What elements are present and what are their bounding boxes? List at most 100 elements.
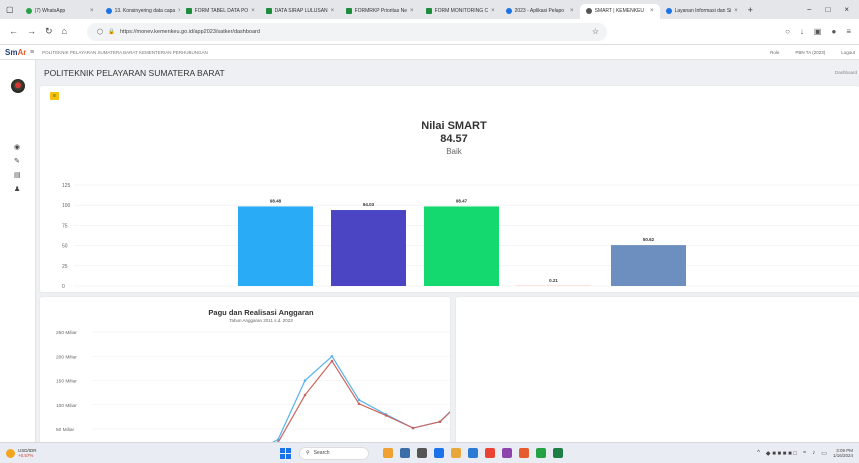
smart-score-card: ≡ Nilai SMART 84.57 Baik 0 25 50 75 100 125 98… xyxy=(40,86,859,300)
battery-icon[interactable]: ▭ xyxy=(821,450,827,457)
line-point[interactable] xyxy=(357,398,361,402)
close-tab-icon[interactable]: × xyxy=(734,8,738,14)
smart-score: 84.57 xyxy=(440,133,468,145)
smart-bar-chart: Nilai SMART 84.57 Baik 0 25 50 75 100 125 98.4… xyxy=(62,120,859,300)
close-tab-icon[interactable]: × xyxy=(331,8,335,14)
home-icon[interactable]: ⌂ xyxy=(62,26,67,37)
account-icon[interactable]: ● xyxy=(831,27,836,36)
back-icon[interactable]: ← xyxy=(9,26,18,37)
teams-icon[interactable] xyxy=(400,448,410,458)
edit-icon[interactable]: ✎ xyxy=(14,158,22,165)
close-tab-icon[interactable]: × xyxy=(570,8,574,14)
address-bar[interactable]: ◯ 🔒 https://monev.kemenkeu.go.id/app2023… xyxy=(86,22,607,41)
y-tick-label: 75 xyxy=(62,223,68,229)
new-tab-button[interactable]: + xyxy=(740,5,761,15)
chevron-up-icon[interactable]: ^ xyxy=(757,450,760,456)
minimize-icon[interactable]: − xyxy=(807,5,812,14)
user-icon[interactable]: ♟ xyxy=(14,186,22,193)
line-point[interactable] xyxy=(384,414,388,417)
browser-tab[interactable]: FORM MONITORING C × xyxy=(420,4,500,19)
reload-icon[interactable]: ↻ xyxy=(45,26,53,37)
line-point[interactable] xyxy=(303,379,307,382)
forward-icon[interactable]: → xyxy=(27,26,36,37)
bar[interactable] xyxy=(331,210,406,286)
pocket-icon[interactable]: ○ xyxy=(785,27,790,36)
tab-label: Layanan Informasi dan Si xyxy=(674,8,732,14)
menu-icon[interactable]: ≡ xyxy=(846,27,851,36)
bar[interactable] xyxy=(611,245,686,286)
whatsapp-icon[interactable] xyxy=(536,448,546,458)
edge-icon[interactable] xyxy=(434,448,444,458)
close-tab-icon[interactable]: × xyxy=(650,8,654,14)
line-point[interactable] xyxy=(303,393,307,397)
close-tab-icon[interactable]: × xyxy=(251,8,255,14)
search-placeholder: Search xyxy=(313,450,330,456)
speaker-icon[interactable]: ♪ xyxy=(812,450,815,456)
line-series[interactable] xyxy=(251,360,468,442)
browser-tab[interactable]: 13. Konsinyering data capa× xyxy=(100,4,180,19)
sidebar: ◉ ✎ ▤ ♟ xyxy=(0,60,36,442)
bar-value-label: 0.21 xyxy=(549,278,558,283)
line-point[interactable] xyxy=(357,402,361,406)
browser-tab[interactable]: SMART | KEMENKEU × xyxy=(579,3,660,19)
tab-label: FORMRKP Prioritas Ne xyxy=(354,8,407,14)
tray-icons[interactable]: ◆ ■ ■ ■ ■ □ xyxy=(766,450,797,457)
app-icon[interactable] xyxy=(502,448,512,458)
market-widget[interactable]: USD/IDR +0.57% xyxy=(0,448,280,458)
wifi-icon[interactable]: ≈ xyxy=(803,450,806,456)
browser-tab[interactable]: (7) WhatsApp × xyxy=(20,4,100,19)
browser-tab[interactable]: Layanan Informasi dan Si × xyxy=(660,4,740,19)
logout-link[interactable]: Logout xyxy=(841,50,855,55)
hamburger-menu-icon[interactable]: ≡ xyxy=(30,49,34,56)
firefox-icon[interactable] xyxy=(519,448,529,458)
year-label[interactable]: PBN TA (2023) xyxy=(795,50,825,55)
bar-value-label: 98.47 xyxy=(456,198,468,203)
browser-tab[interactable]: FORM TABEL DATA PO × xyxy=(180,4,260,19)
line-point[interactable] xyxy=(330,359,334,363)
dashboard-gauge-icon[interactable]: ◉ xyxy=(14,144,22,151)
main-content: POLITEKNIK PELAYARAN SUMATERA BARAT Dash… xyxy=(36,60,859,442)
app-logo[interactable]: SmAr xyxy=(0,48,30,57)
store-icon[interactable] xyxy=(468,448,478,458)
line-point[interactable] xyxy=(330,354,334,358)
clock[interactable]: 3:09 PM 1/16/2024 xyxy=(833,448,853,459)
empty-card xyxy=(456,297,859,442)
org-breadcrumb: POLITEKNIK PELAYARAN SUMATERA BARAT KEME… xyxy=(42,49,208,55)
tab-label: FORM TABEL DATA PO xyxy=(194,8,249,14)
bar-value-label: 94.03 xyxy=(363,202,375,207)
browser-tab[interactable]: FORMRKP Prioritas Ne × xyxy=(340,4,420,19)
breadcrumb[interactable]: Dashboard xyxy=(835,70,857,75)
windows-start-icon[interactable] xyxy=(280,447,291,459)
close-tab-icon[interactable]: × xyxy=(491,8,495,14)
browser-app-icon[interactable]: ▢ xyxy=(0,5,20,14)
line-point[interactable] xyxy=(438,420,442,424)
file-explorer-icon[interactable] xyxy=(451,448,461,458)
url-text: https://monev.kemenkeu.go.id/app2023/sat… xyxy=(120,28,260,35)
browser-tab[interactable]: 2023 - Aplikasi Pelapo × xyxy=(500,4,580,19)
avatar[interactable] xyxy=(11,79,25,93)
role-label[interactable]: Role xyxy=(770,50,779,55)
y-tick-label: 0 xyxy=(62,284,65,290)
chrome-icon[interactable] xyxy=(485,448,495,458)
extension-icon[interactable]: ▣ xyxy=(814,27,822,36)
menu-toggle-button[interactable]: ≡ xyxy=(50,92,59,100)
close-tab-icon[interactable]: × xyxy=(90,8,94,14)
widgets-icon[interactable] xyxy=(383,448,393,458)
document-icon[interactable]: ▤ xyxy=(14,172,22,179)
excel-icon[interactable] xyxy=(553,448,563,458)
bookmark-star-icon[interactable]: ☆ xyxy=(592,27,599,36)
close-window-icon[interactable]: × xyxy=(844,5,849,14)
bar[interactable] xyxy=(424,206,499,286)
taskview-icon[interactable] xyxy=(417,448,427,458)
y-tick-label: 200 Miliar xyxy=(56,354,77,360)
tab-favicon-icon xyxy=(25,8,32,14)
download-icon[interactable]: ↓ xyxy=(800,27,804,36)
y-tick-label: 100 xyxy=(62,203,71,209)
bar[interactable] xyxy=(238,206,313,286)
taskbar-search[interactable]: ⚲ Search xyxy=(299,446,369,460)
browser-tab[interactable]: DATA SIRAP LULUSAN × xyxy=(260,4,340,19)
close-tab-icon[interactable]: × xyxy=(410,8,414,14)
maximize-icon[interactable]: □ xyxy=(825,5,830,14)
line-point[interactable] xyxy=(411,426,415,430)
chart-title: Nilai SMART xyxy=(421,120,487,132)
